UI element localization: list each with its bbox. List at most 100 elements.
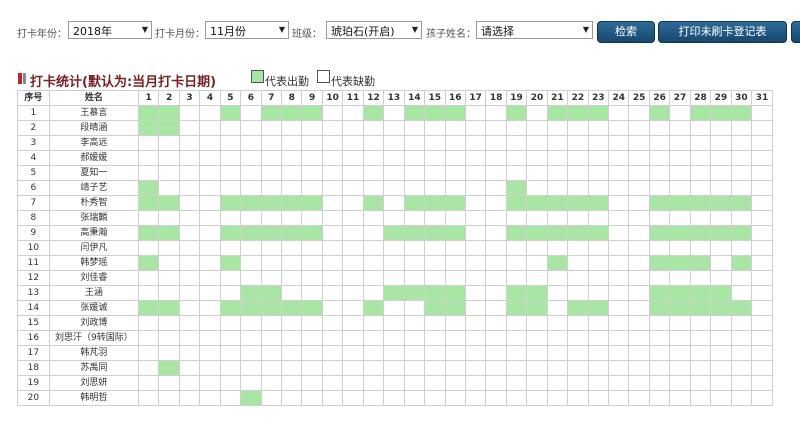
- day-cell-absent: [301, 165, 323, 181]
- day-cell-absent: [444, 180, 466, 196]
- day-cell-absent: [301, 255, 323, 271]
- day-cell-absent: [321, 270, 344, 286]
- day-cell-absent: [648, 120, 671, 136]
- day-cell-absent: [607, 150, 630, 166]
- day-cell-absent: [710, 315, 732, 331]
- day-cell-absent: [280, 150, 303, 166]
- day-cell-absent: [260, 150, 283, 166]
- day-cell-absent: [158, 180, 180, 196]
- year-select[interactable]: 2018年 ▼: [68, 21, 152, 39]
- day-cell-absent: [199, 120, 221, 136]
- print-unswiped-button[interactable]: 打印未刷卡登记表: [658, 21, 787, 43]
- day-cell-absent: [301, 270, 323, 286]
- day-cell-absent: [607, 195, 630, 211]
- day-cell-absent: [137, 285, 160, 301]
- day-cell-absent: [485, 195, 507, 211]
- day-cell-absent: [280, 390, 303, 406]
- header-name: 姓名: [48, 90, 139, 106]
- day-cell-absent: [485, 180, 507, 196]
- day-cell-absent: [730, 285, 753, 301]
- day-cell-present: [158, 195, 180, 211]
- row-seq: 11: [17, 255, 50, 271]
- day-cell-absent: [526, 180, 548, 196]
- day-cell-absent: [689, 315, 712, 331]
- day-cell-present: [587, 195, 610, 211]
- table-row: 11 韩梦瑶: [17, 255, 773, 271]
- day-cell-absent: [710, 165, 732, 181]
- more-button[interactable]: [791, 21, 800, 43]
- day-cell-absent: [383, 255, 405, 271]
- day-cell-absent: [342, 285, 364, 301]
- day-cell-absent: [628, 390, 650, 406]
- student-name: 张瑞麟: [48, 210, 139, 226]
- day-cell-present: [219, 255, 242, 271]
- day-cell-absent: [607, 180, 630, 196]
- day-cell-absent: [526, 315, 548, 331]
- day-cell-absent: [485, 330, 507, 346]
- table-row: 9 高秉瀚: [17, 225, 773, 241]
- day-cell-present: [240, 195, 262, 211]
- day-cell-absent: [628, 330, 650, 346]
- day-cell-absent: [628, 270, 650, 286]
- day-cell-absent: [607, 360, 630, 376]
- day-cell-absent: [178, 360, 201, 376]
- day-cell-absent: [199, 195, 221, 211]
- day-cell-present: [567, 105, 589, 121]
- day-cell-absent: [546, 285, 569, 301]
- day-cell-absent: [710, 390, 732, 406]
- day-cell-absent: [403, 345, 426, 361]
- day-cell-absent: [240, 165, 262, 181]
- day-cell-absent: [464, 135, 487, 151]
- day-cell-absent: [710, 255, 732, 271]
- header-day: 1: [137, 90, 160, 106]
- day-cell-absent: [137, 360, 160, 376]
- header-day: 26: [648, 90, 671, 106]
- day-cell-absent: [567, 315, 589, 331]
- day-cell-absent: [485, 285, 507, 301]
- day-cell-absent: [751, 105, 773, 121]
- day-cell-present: [505, 300, 528, 316]
- day-cell-absent: [505, 330, 528, 346]
- day-cell-absent: [383, 315, 405, 331]
- class-select[interactable]: 琥珀石(开启) ▼: [326, 21, 422, 39]
- day-cell-absent: [464, 330, 487, 346]
- day-cell-absent: [280, 255, 303, 271]
- day-cell-absent: [444, 390, 466, 406]
- day-cell-absent: [219, 240, 242, 256]
- day-cell-present: [403, 225, 426, 241]
- day-cell-absent: [178, 225, 201, 241]
- day-cell-absent: [178, 315, 201, 331]
- day-cell-absent: [689, 240, 712, 256]
- search-button[interactable]: 检索: [597, 21, 655, 43]
- day-cell-absent: [526, 390, 548, 406]
- day-cell-absent: [607, 390, 630, 406]
- day-cell-absent: [178, 180, 201, 196]
- day-cell-absent: [301, 240, 323, 256]
- day-cell-present: [648, 225, 671, 241]
- day-cell-absent: [199, 330, 221, 346]
- day-cell-absent: [199, 255, 221, 271]
- day-cell-absent: [546, 240, 569, 256]
- day-cell-absent: [505, 135, 528, 151]
- row-seq: 4: [17, 150, 50, 166]
- day-cell-absent: [240, 210, 262, 226]
- day-cell-absent: [321, 345, 344, 361]
- day-cell-absent: [219, 270, 242, 286]
- day-cell-absent: [751, 375, 773, 391]
- day-cell-absent: [464, 270, 487, 286]
- day-cell-present: [240, 225, 262, 241]
- day-cell-absent: [240, 150, 262, 166]
- child-select[interactable]: 请选择 ▼: [476, 21, 593, 39]
- day-cell-absent: [178, 270, 201, 286]
- day-cell-present: [505, 195, 528, 211]
- header-day: 7: [260, 90, 283, 106]
- student-name: 刘政博: [48, 315, 139, 331]
- day-cell-present: [546, 105, 569, 121]
- header-day: 4: [199, 90, 221, 106]
- day-cell-present: [383, 285, 405, 301]
- day-cell-absent: [648, 240, 671, 256]
- day-cell-absent: [567, 270, 589, 286]
- day-cell-absent: [301, 345, 323, 361]
- student-name: 韩明哲: [48, 390, 139, 406]
- month-select[interactable]: 11月份 ▼: [205, 21, 289, 39]
